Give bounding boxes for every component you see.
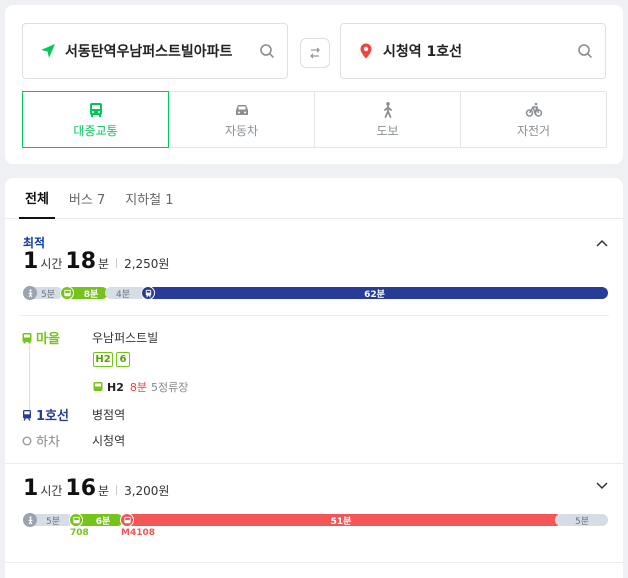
destination-text: 시청역 1호선 xyxy=(383,44,463,60)
navigation-arrow-icon xyxy=(41,44,55,58)
bus-icon xyxy=(93,382,103,391)
separator xyxy=(116,485,118,495)
tab-bus[interactable]: 버스 7 xyxy=(63,178,111,218)
bus-time: 8분 xyxy=(83,289,99,300)
minutes-value: 18 xyxy=(65,249,97,274)
route-duration: 1 시간 18 분 2,250원 xyxy=(23,249,169,274)
bus-wait-time: 8분 xyxy=(129,381,147,394)
minutes-unit: 분 xyxy=(98,484,110,498)
route-separator xyxy=(5,562,623,563)
car-icon xyxy=(235,104,248,115)
divider xyxy=(19,315,609,316)
destination-station-name: 시청역 xyxy=(92,434,126,448)
transfer-station-name: 병점역 xyxy=(92,408,126,422)
bus-route-chip[interactable]: H2 xyxy=(93,352,113,367)
mode-label: 도보 xyxy=(376,123,399,138)
bus-segment: 51분 xyxy=(120,514,562,527)
route-item-2[interactable]: 1 시간 16 분 3,200원 5분 6분 51분 5분 708 M4108 xyxy=(5,464,623,564)
swap-button[interactable] xyxy=(300,38,330,68)
separator xyxy=(116,258,118,268)
bicycle-icon xyxy=(525,102,542,117)
step-alight: 하차 xyxy=(21,431,60,450)
bus-icon xyxy=(120,513,134,527)
origin-field[interactable]: 서동탄역우남퍼스트빌아파트 xyxy=(22,23,288,79)
bus-arrival-info: H2 8분 5정류장 xyxy=(92,379,188,395)
walk-time: 5분 xyxy=(575,516,590,527)
tab-all[interactable]: 전체 xyxy=(19,178,55,219)
subway-icon xyxy=(23,409,31,421)
minutes-value: 16 xyxy=(65,476,97,501)
route-timeline-bar: 5분 8분 4분 62분 xyxy=(23,286,608,300)
bus-stop-count: 5정류장 xyxy=(151,381,189,394)
subway-segment: 62분 xyxy=(141,287,608,300)
mode-bicycle[interactable]: 자전거 xyxy=(461,92,606,147)
board-stop-name: 우남퍼스트빌 xyxy=(92,331,159,345)
swap-arrows-icon xyxy=(310,47,320,59)
search-icon[interactable] xyxy=(259,43,275,59)
tab-subway[interactable]: 지하철 1 xyxy=(119,178,179,218)
alight-circle-icon xyxy=(22,436,32,445)
step-mode-label: 하차 xyxy=(36,435,60,450)
fare: 3,200원 xyxy=(124,484,170,498)
bus-icon xyxy=(22,332,32,343)
mode-label: 자전거 xyxy=(516,123,551,138)
step-subway: 1호선 xyxy=(21,405,69,424)
bus-time: 6분 xyxy=(95,516,111,527)
subway-time: 62분 xyxy=(364,289,385,300)
mode-transit[interactable]: 대중교통 xyxy=(22,91,169,148)
hours-value: 1 xyxy=(23,249,39,274)
search-panel: 서동탄역우남퍼스트빌아파트 시청역 1호선 대중교통 자동차 도보 자전거 xyxy=(5,5,623,164)
bus-icon xyxy=(69,513,83,527)
walk-icon xyxy=(23,286,37,300)
walk-time: 5분 xyxy=(46,516,61,527)
walk-icon xyxy=(23,513,37,527)
walk-time: 5분 xyxy=(41,289,56,300)
bus-route-chip[interactable]: 6 xyxy=(116,352,130,367)
subway-icon xyxy=(141,286,155,300)
route-filter-tabs: 전체 버스 7 지하철 1 xyxy=(5,178,623,219)
location-pin-icon xyxy=(360,43,372,59)
results-panel: 전체 버스 7 지하철 1 최적 1 시간 18 분 2,250원 5분 8분 xyxy=(5,178,623,578)
mode-label: 자동차 xyxy=(224,123,259,138)
route-item-1[interactable]: 최적 1 시간 18 분 2,250원 5분 8분 4분 62분 마을 우남퍼스… xyxy=(5,219,623,464)
walk-icon xyxy=(383,101,392,118)
chevron-up-icon[interactable] xyxy=(595,236,609,250)
minutes-unit: 분 xyxy=(98,257,110,271)
bus-icon xyxy=(60,286,74,300)
fare: 2,250원 xyxy=(124,257,170,271)
step-mode-label: 1호선 xyxy=(36,409,69,424)
hours-unit: 시간 xyxy=(40,257,63,271)
mode-label: 대중교통 xyxy=(73,123,118,138)
bus-line-label: M4108 xyxy=(121,528,156,538)
bus-time: 51분 xyxy=(330,516,352,527)
travel-mode-tabs: 대중교통 자동차 도보 자전거 xyxy=(22,91,607,148)
bus-number: H2 xyxy=(107,380,124,394)
step-mode-label: 마을 xyxy=(36,332,60,347)
mode-car[interactable]: 자동차 xyxy=(169,92,315,147)
bus-icon xyxy=(89,102,102,117)
hours-unit: 시간 xyxy=(40,484,63,498)
step-town-bus: 마을 xyxy=(21,328,60,347)
mode-walk[interactable]: 도보 xyxy=(315,92,461,147)
chevron-down-icon[interactable] xyxy=(595,478,609,492)
walk-time: 4분 xyxy=(116,289,131,300)
hours-value: 1 xyxy=(23,476,39,501)
origin-text: 서동탄역우남퍼스트빌아파트 xyxy=(65,44,233,60)
bus-line-label: 708 xyxy=(70,528,89,538)
destination-field[interactable]: 시청역 1호선 xyxy=(340,23,606,79)
search-icon[interactable] xyxy=(577,43,593,59)
route-timeline-bar: 5분 6분 51분 5분 xyxy=(23,513,608,527)
route-duration: 1 시간 16 분 3,200원 xyxy=(23,476,169,501)
